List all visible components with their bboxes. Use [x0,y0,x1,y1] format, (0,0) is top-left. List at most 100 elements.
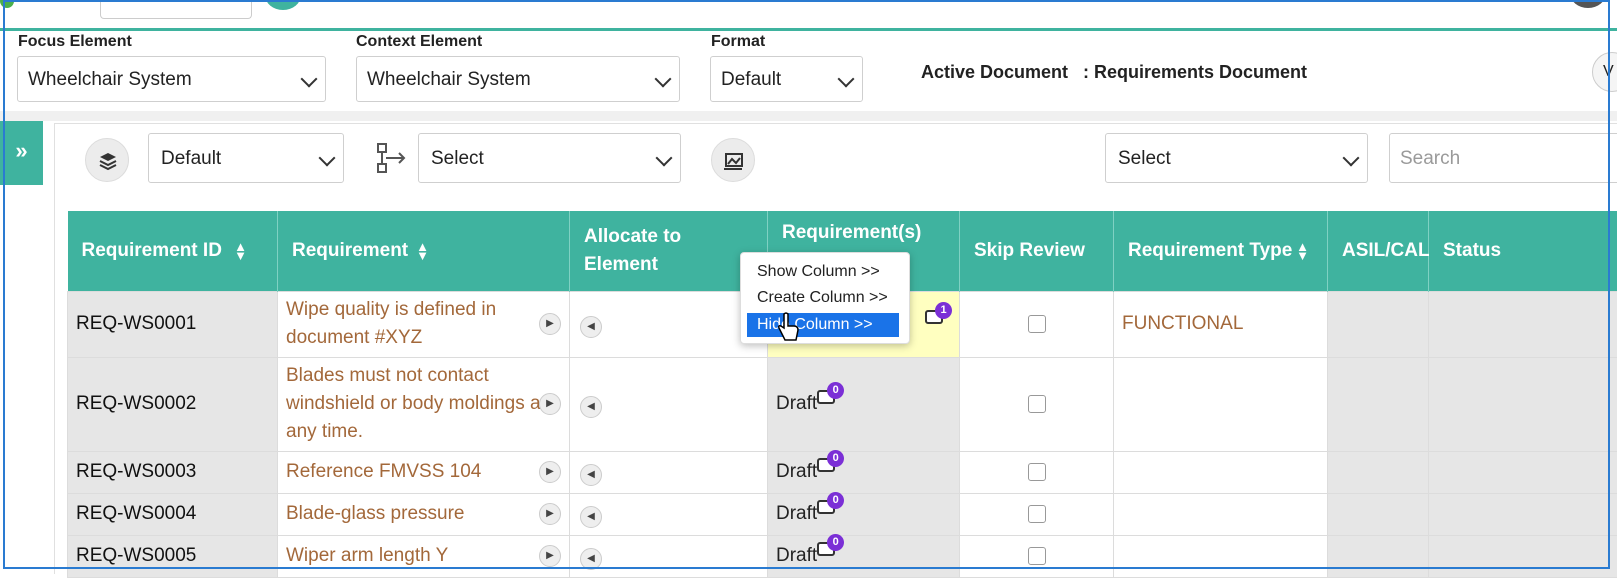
user-avatar[interactable] [1570,0,1606,8]
format-value: Default [721,69,781,90]
expand-right-icon[interactable]: ▶ [539,503,561,525]
collapse-left-icon[interactable]: ◀ [580,464,602,486]
filter-bar: Focus Element Wheelchair System Context … [0,31,1617,111]
show-column-menu-item[interactable]: Show Column >> [757,263,880,281]
flow-select-value: Select [431,148,484,169]
header-skip-review[interactable]: Skip Review [960,211,1114,291]
app-logo-icon [0,0,14,8]
requirements-cell[interactable]: Draft0 [768,357,960,451]
right-select-value: Select [1118,148,1171,169]
comment-icon[interactable]: 0 [817,536,843,558]
asil-cal-cell [1328,493,1429,535]
requirement-text-cell[interactable]: Wipe quality is defined in document #XYZ… [278,291,570,357]
layer-select[interactable]: Default [148,133,344,183]
requirement-type: FUNCTIONAL [1114,291,1328,357]
requirement-text-cell[interactable]: Reference FMVSS 104▶ [278,451,570,493]
header-status[interactable]: Status [1429,211,1617,291]
asil-cal-cell [1328,291,1429,357]
collapse-left-icon[interactable]: ◀ [580,506,602,528]
top-header [0,0,1617,30]
expand-right-icon[interactable]: ▶ [539,393,561,415]
comment-icon[interactable]: 0 [817,452,843,474]
image-gallery-button[interactable] [711,138,755,182]
table-row: REQ-WS0002 Blades must not contact winds… [68,357,1617,451]
search-placeholder: Search [1400,148,1460,169]
sort-icon[interactable]: ▲▼ [234,242,247,260]
header-requirement-type[interactable]: Requirement Type▲▼ [1114,211,1328,291]
skip-review-checkbox[interactable] [1028,505,1046,523]
requirements-cell[interactable]: Draft0 [768,493,960,535]
chevron-down-icon [838,71,855,88]
layer-select-value: Default [161,148,221,169]
chevron-down-icon [319,150,336,167]
table-row: REQ-WS0005 Wiper arm length Y▶ ◀ Draft0 [68,535,1617,577]
status-cell [1429,535,1617,577]
top-search-input[interactable] [100,0,252,19]
layers-button[interactable] [85,138,129,182]
comment-icon[interactable]: 0 [817,494,843,516]
skip-review-checkbox[interactable] [1028,315,1046,333]
collapse-left-icon[interactable]: ◀ [580,316,602,338]
header-asil-cal[interactable]: ASIL/CAL [1328,211,1429,291]
active-document-value: : Requirements Document [1083,62,1307,83]
context-element-value: Wheelchair System [367,69,531,90]
requirement-id: REQ-WS0005 [68,535,278,577]
expand-right-icon[interactable]: ▶ [539,313,561,335]
image-gallery-icon [712,139,756,183]
status-cell [1429,291,1617,357]
context-element-select[interactable]: Wheelchair System [356,56,680,102]
comment-icon[interactable]: 1 [925,304,951,326]
right-select[interactable]: Select [1105,133,1368,183]
collapse-left-icon[interactable]: ◀ [580,548,602,570]
hierarchy-icon[interactable] [374,140,410,176]
format-label: Format [711,33,765,51]
focus-element-label: Focus Element [18,33,132,51]
context-element-label: Context Element [356,33,482,51]
status-cell [1429,451,1617,493]
requirement-type [1114,493,1328,535]
expand-right-icon[interactable]: ▶ [539,545,561,567]
sort-icon[interactable]: ▲▼ [416,242,429,260]
allocate-cell[interactable]: ◀ [570,535,768,577]
sort-icon[interactable]: ▲▼ [1296,242,1309,260]
requirement-text-cell[interactable]: Blades must not contact windshield or bo… [278,357,570,451]
allocate-cell[interactable]: ◀ [570,291,768,357]
requirement-id: REQ-WS0003 [68,451,278,493]
top-action-icon[interactable] [265,0,301,10]
skip-review-cell [960,493,1114,535]
comment-icon[interactable]: 0 [817,384,843,406]
chevron-down-icon [301,71,318,88]
header-requirement[interactable]: Requirement▲▼ [278,211,570,291]
status-cell [1429,357,1617,451]
allocate-cell[interactable]: ◀ [570,451,768,493]
sidebar-expand-button[interactable]: » [0,121,43,185]
focus-element-select[interactable]: Wheelchair System [17,56,326,102]
requirement-text-cell[interactable]: Wiper arm length Y▶ [278,535,570,577]
requirement-id: REQ-WS0001 [68,291,278,357]
skip-review-checkbox[interactable] [1028,463,1046,481]
expand-right-icon[interactable]: ▶ [539,461,561,483]
requirements-cell[interactable]: Draft0 [768,535,960,577]
requirement-text-cell[interactable]: Blade-glass pressure▶ [278,493,570,535]
requirement-id: REQ-WS0002 [68,357,278,451]
search-input[interactable]: Search [1389,133,1617,183]
skip-review-cell [960,451,1114,493]
chevron-down-icon [1343,150,1360,167]
allocate-cell[interactable]: ◀ [570,493,768,535]
requirements-cell[interactable]: Draft0 [768,451,960,493]
flow-select[interactable]: Select [418,133,681,183]
allocate-cell[interactable]: ◀ [570,357,768,451]
create-column-menu-item[interactable]: Create Column >> [757,289,888,307]
requirement-type [1114,451,1328,493]
layers-icon [86,139,130,183]
hide-column-menu-item[interactable]: Hide Column >> [747,313,899,337]
skip-review-checkbox[interactable] [1028,547,1046,565]
skip-review-checkbox[interactable] [1028,395,1046,413]
header-allocate-to-element[interactable]: Allocate to Element [570,211,768,291]
requirement-type [1114,357,1328,451]
collapse-left-icon[interactable]: ◀ [580,396,602,418]
status-cell [1429,493,1617,535]
chevron-down-icon [655,71,672,88]
header-requirement-id[interactable]: Requirement ID▲▼ [68,211,278,291]
format-select[interactable]: Default [710,56,863,102]
